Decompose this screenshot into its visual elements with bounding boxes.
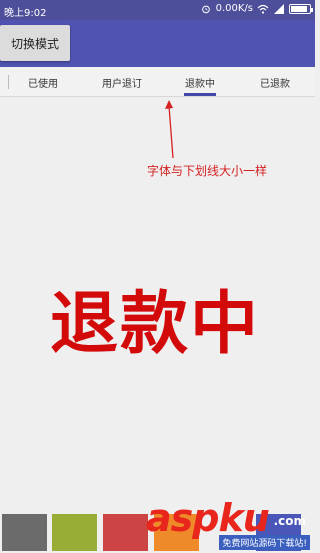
tab-refunding[interactable]: 退款中	[170, 67, 230, 97]
tab-used[interactable]: 已使用	[14, 67, 72, 97]
wifi-icon	[257, 4, 269, 14]
status-time: 晚上9:02	[4, 8, 47, 19]
tab-bar: 已使用 用户退订 退款中 已退款	[0, 67, 315, 97]
annotation-arrow-icon	[165, 100, 174, 159]
watermark-dotcom: .com	[273, 514, 306, 528]
tab-indicator	[184, 93, 216, 96]
status-bar: 晚上9:02 0.00K/s	[0, 0, 315, 20]
battery-fill	[291, 5, 308, 12]
tab-label: 退款中	[185, 78, 215, 90]
network-speed: 0.00K/s	[215, 3, 253, 14]
annotation-text: 字体与下划线大小一样	[147, 164, 268, 178]
tab-label: 已退款	[260, 78, 290, 90]
status-icons: 0.00K/s	[200, 3, 313, 14]
color-swatch-gray[interactable]	[2, 514, 47, 551]
watermark-text: aspku	[146, 496, 270, 540]
alarm-icon	[201, 5, 210, 13]
tab-label: 用户退订	[102, 78, 142, 90]
tab-label: 已使用	[28, 78, 58, 90]
watermark-logo: aspku .com 免费网站源码下载站!	[146, 496, 312, 553]
tab-divider	[8, 75, 9, 89]
signal-icon	[274, 3, 284, 14]
tab-user-unsubscribed[interactable]: 用户退订	[92, 67, 152, 97]
color-swatch-red[interactable]	[103, 514, 148, 551]
tab-refunded[interactable]: 已退款	[245, 67, 305, 97]
page-content-text: 退款中	[50, 285, 261, 364]
battery-icon	[289, 3, 313, 14]
switch-mode-button[interactable]: 切换模式	[0, 25, 70, 61]
color-swatch-olive[interactable]	[52, 514, 97, 551]
watermark-subtitle: 免费网站源码下载站!	[219, 535, 310, 550]
